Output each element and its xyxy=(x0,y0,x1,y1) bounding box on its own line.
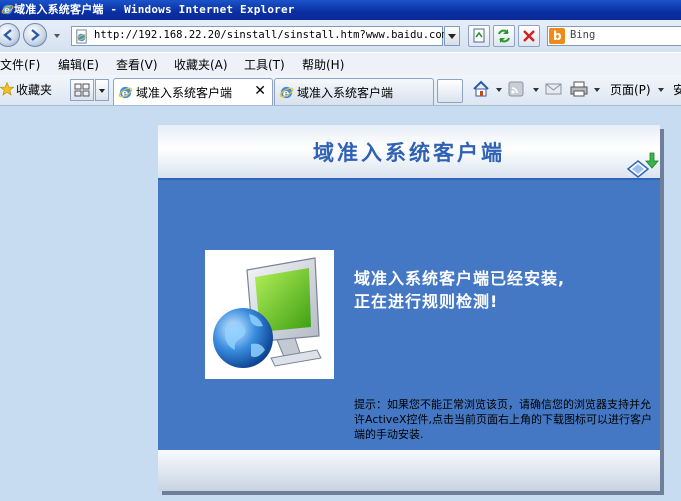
menu-view[interactable]: 查看(V) xyxy=(116,56,158,73)
favorites-tab-bar: 收藏夹 e 域准入系统客户端 ✕ e 域准入系统客户端 页面(P) 安 xyxy=(0,75,681,106)
back-button[interactable] xyxy=(0,23,20,47)
tab-label: 域准入系统客户端 xyxy=(297,86,394,100)
address-field[interactable]: http://192.168.22.20/sinstall/sinstall.h… xyxy=(71,26,454,46)
page-menu-button[interactable]: 页面(P) xyxy=(610,81,651,98)
tab-inactive[interactable]: e 域准入系统客户端 xyxy=(274,78,434,105)
page-viewport: 域准入系统客户端 域准入系统客户端已经安装, 正在进行规则检测! 提示：如果您不… xyxy=(0,106,681,501)
print-icon[interactable] xyxy=(569,81,589,97)
address-url: http://192.168.22.20/sinstall/sinstall.h… xyxy=(94,29,455,41)
stop-button[interactable] xyxy=(518,25,540,47)
ie-icon: e xyxy=(118,86,133,99)
home-icon[interactable] xyxy=(472,80,490,98)
chevron-down-icon xyxy=(448,34,456,39)
bing-icon: b xyxy=(549,28,565,44)
tab-label: 域准入系统客户端 xyxy=(136,86,233,100)
back-arrow-icon xyxy=(3,29,12,41)
tab-active[interactable]: e 域准入系统客户端 ✕ xyxy=(113,78,273,105)
ie-icon: e xyxy=(279,86,294,99)
close-icon xyxy=(523,30,535,42)
favorites-button[interactable]: 收藏夹 xyxy=(16,81,52,98)
quick-tabs-icon xyxy=(74,83,90,97)
page-icon xyxy=(76,29,87,44)
forward-button[interactable] xyxy=(23,23,47,47)
refresh-icon xyxy=(498,29,510,43)
new-tab-button[interactable] xyxy=(437,79,463,103)
recent-pages-dropdown-icon[interactable] xyxy=(53,32,61,40)
chevron-down-icon xyxy=(99,89,105,93)
menu-file[interactable]: 文件(F) xyxy=(0,56,40,73)
print-dropdown-icon[interactable] xyxy=(594,88,600,92)
panel-header: 域准入系统客户端 xyxy=(158,125,660,180)
compatibility-view-button[interactable] xyxy=(468,25,490,47)
menu-favorites[interactable]: 收藏夹(A) xyxy=(174,56,228,73)
quick-tabs-button[interactable] xyxy=(70,79,94,101)
window-title: 域准入系统客户端 - Windows Internet Explorer xyxy=(14,3,295,16)
menu-help[interactable]: 帮助(H) xyxy=(302,56,344,73)
compatibility-icon xyxy=(473,28,485,43)
home-dropdown-icon[interactable] xyxy=(496,88,502,92)
mail-icon[interactable] xyxy=(545,82,563,96)
panel-body: 域准入系统客户端已经安装, 正在进行规则检测! 提示：如果您不能正常浏览该页，请… xyxy=(158,180,660,450)
client-logo xyxy=(205,250,334,379)
page-dropdown-icon[interactable] xyxy=(658,88,664,92)
tab-close-icon[interactable]: ✕ xyxy=(254,83,266,99)
ie-icon: e xyxy=(1,4,14,16)
install-status-message: 域准入系统客户端已经安装, 正在进行规则检测! xyxy=(354,267,565,313)
client-panel: 域准入系统客户端 域准入系统客户端已经安装, 正在进行规则检测! 提示：如果您不… xyxy=(158,125,660,491)
panel-footer xyxy=(158,450,660,491)
safety-menu-button[interactable]: 安 xyxy=(673,81,681,98)
search-placeholder: Bing xyxy=(570,29,596,41)
forward-arrow-icon xyxy=(31,29,40,41)
tab-list-dropdown[interactable] xyxy=(95,79,109,101)
menu-bar: 文件(F) 编辑(E) 查看(V) 收藏夹(A) 工具(T) 帮助(H) xyxy=(0,52,681,76)
feeds-icon[interactable] xyxy=(508,81,524,97)
menu-tools[interactable]: 工具(T) xyxy=(244,56,285,73)
menu-edit[interactable]: 编辑(E) xyxy=(58,56,99,73)
status-line-2: 正在进行规则检测! xyxy=(354,292,499,311)
page-title: 域准入系统客户端 xyxy=(313,140,505,165)
hint-text: 提示：如果您不能正常浏览该页，请确信您的浏览器支持并允许ActiveX控件,点击… xyxy=(354,398,653,441)
refresh-button[interactable] xyxy=(493,25,515,47)
search-field[interactable]: b Bing xyxy=(547,26,681,46)
download-icon[interactable] xyxy=(626,151,660,179)
computer-globe-icon xyxy=(213,257,322,368)
window-title-bar[interactable]: e 域准入系统客户端 - Windows Internet Explorer xyxy=(0,0,681,20)
status-line-1: 域准入系统客户端已经安装, xyxy=(354,269,566,288)
favorites-star-icon xyxy=(0,82,14,96)
address-dropdown-button[interactable] xyxy=(444,26,460,46)
address-toolbar: http://192.168.22.20/sinstall/sinstall.h… xyxy=(0,20,681,52)
feeds-dropdown-icon[interactable] xyxy=(533,88,539,92)
